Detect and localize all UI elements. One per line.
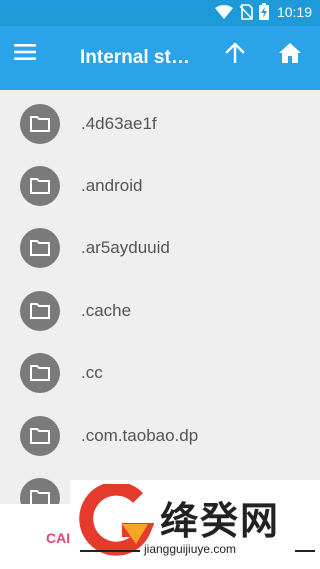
watermark-brand: 绛癸网 bbox=[160, 501, 281, 543]
toolbar: Internal storage bbox=[0, 26, 320, 90]
folder-icon bbox=[20, 416, 60, 456]
arrow-up-icon bbox=[225, 42, 245, 64]
up-button[interactable] bbox=[225, 42, 255, 73]
cancel-button[interactable]: CAI bbox=[46, 530, 70, 546]
list-item[interactable]: .android bbox=[0, 154, 320, 216]
file-name: .cc bbox=[81, 363, 103, 382]
battery-charging-icon bbox=[258, 3, 269, 20]
file-name: .android bbox=[81, 176, 143, 195]
no-sim-icon bbox=[239, 3, 253, 20]
list-item[interactable]: .com.taobao.dp bbox=[0, 404, 320, 466]
divider bbox=[80, 550, 140, 552]
file-name: .4d63ae1f bbox=[81, 114, 157, 133]
list-item[interactable]: .ar5ayduuid bbox=[0, 216, 320, 278]
folder-icon bbox=[20, 104, 60, 144]
folder-icon bbox=[20, 353, 60, 393]
status-icons: 10:19 bbox=[214, 3, 312, 20]
wifi-icon bbox=[214, 4, 233, 19]
watermark-url: jiangguijiuye.com bbox=[144, 542, 237, 556]
file-name: .cache bbox=[81, 301, 132, 320]
page-title: Internal storage bbox=[80, 47, 198, 68]
home-button[interactable] bbox=[279, 43, 309, 73]
folder-icon bbox=[20, 228, 60, 268]
folder-icon bbox=[20, 291, 60, 331]
file-list: .4d63ae1f .android .ar5ayduuid .cache .c… bbox=[0, 90, 320, 504]
folder-icon bbox=[20, 166, 60, 206]
file-name: .com.taobao.dp bbox=[81, 426, 199, 445]
list-item[interactable]: .cache bbox=[0, 279, 320, 341]
file-name: .ar5ayduuid bbox=[81, 238, 170, 257]
folder-icon bbox=[20, 478, 60, 504]
watermark-logo bbox=[79, 484, 154, 556]
watermark: 绛癸网 jiangguijiuye.com bbox=[70, 480, 320, 569]
hamburger-menu-icon bbox=[14, 44, 36, 60]
list-item[interactable]: .cc bbox=[0, 341, 320, 403]
home-icon bbox=[279, 43, 301, 63]
clock: 10:19 bbox=[276, 3, 312, 20]
menu-button[interactable] bbox=[14, 44, 50, 74]
status-bar: 10:19 bbox=[0, 0, 320, 26]
divider bbox=[295, 550, 315, 552]
list-item[interactable]: .4d63ae1f bbox=[0, 92, 320, 154]
